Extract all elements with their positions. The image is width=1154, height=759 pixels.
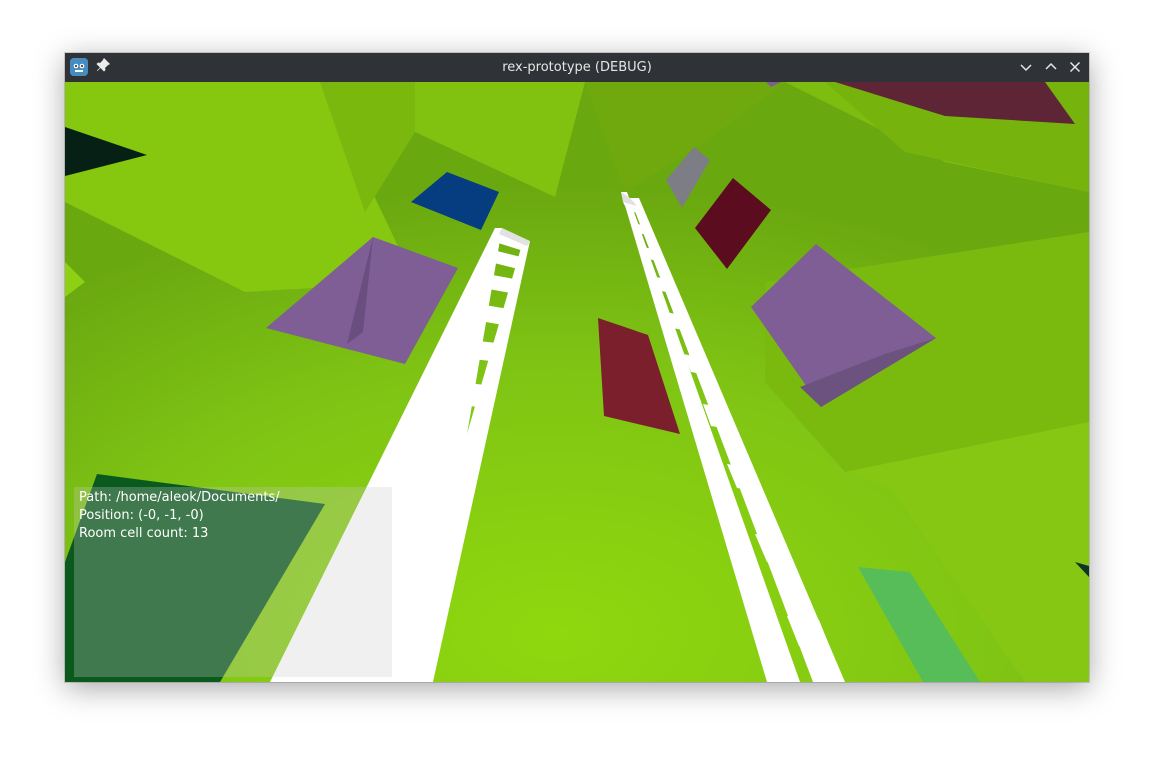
game-viewport[interactable]: Path: /home/aleok/Documents/ Position: (… [65,82,1089,682]
chevron-down-icon [1020,64,1032,72]
room-cell-count-readout: Room cell count: 13 [79,526,209,541]
chevron-up-icon [1045,62,1057,70]
path-readout: Path: /home/aleok/Documents/ [79,490,280,505]
title-bar[interactable]: rex-prototype (DEBUG) [65,53,1089,82]
window-title: rex-prototype (DEBUG) [502,60,652,75]
godot-engine-icon[interactable] [70,58,88,76]
game-window: rex-prototype (DEBUG) Path: /home/aleok/… [65,53,1089,682]
pin-icon[interactable] [95,57,113,77]
maximize-button[interactable] [1041,57,1061,77]
debug-overlay: Path: /home/aleok/Documents/ Position: (… [74,487,392,677]
minimize-button[interactable] [1016,57,1036,77]
close-icon [1069,61,1081,73]
position-readout: Position: (-0, -1, -0) [79,508,204,523]
close-button[interactable] [1065,57,1085,77]
